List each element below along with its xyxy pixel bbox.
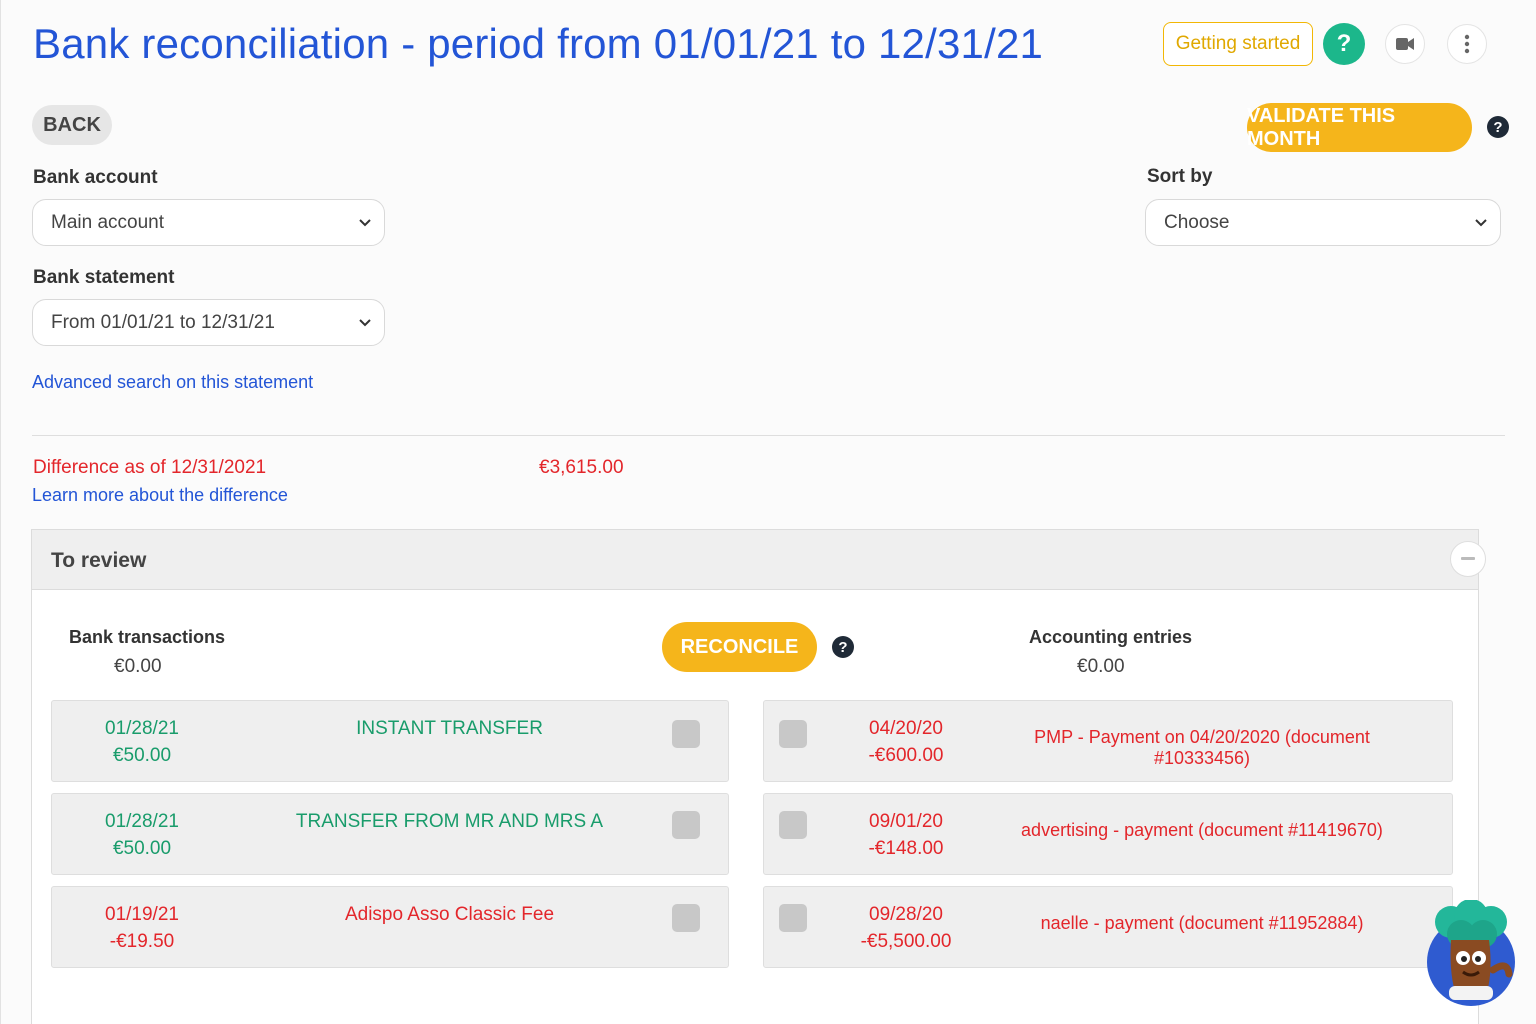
entry-date: 09/28/20: [869, 904, 943, 925]
transaction-checkbox[interactable]: [672, 720, 700, 748]
chevron-down-icon: [359, 319, 371, 327]
bank-transaction-row[interactable]: 01/28/21 €50.00 INSTANT TRANSFER: [51, 700, 729, 782]
sort-by-label: Sort by: [1147, 166, 1213, 187]
help-symbol: ?: [1336, 30, 1352, 57]
entry-description: PMP - Payment on 04/20/2020 (document #1…: [1034, 727, 1370, 768]
advanced-search-link[interactable]: Advanced search on this statement: [32, 372, 313, 393]
to-review-header: To review: [32, 530, 1478, 590]
bank-transactions-label: Bank transactions: [69, 627, 226, 647]
help-icon[interactable]: ?: [1323, 23, 1365, 65]
transaction-date: 01/19/21: [105, 904, 179, 925]
collapse-icon[interactable]: [1450, 541, 1486, 577]
page-title: Bank reconciliation - period from 01/01/…: [33, 20, 1044, 67]
more-vertical-icon[interactable]: [1447, 24, 1487, 64]
entry-date: 04/20/20: [869, 718, 943, 739]
reconcile-button[interactable]: RECONCILE: [662, 622, 817, 672]
entry-checkbox[interactable]: [779, 720, 807, 748]
difference-label: Difference as of 12/31/2021: [33, 457, 267, 478]
accounting-entries-total: €0.00: [1077, 656, 1125, 677]
validate-help-icon[interactable]: ?: [1487, 116, 1509, 138]
chevron-down-icon: [1475, 219, 1487, 227]
mascot-chat-icon[interactable]: [1421, 900, 1517, 1008]
entry-amount: -€5,500.00: [860, 931, 952, 952]
sort-by-value: Choose: [1164, 211, 1230, 233]
transaction-checkbox[interactable]: [672, 811, 700, 839]
entry-checkbox[interactable]: [779, 811, 807, 839]
entry-description: naelle - payment (document #11952884): [1040, 913, 1364, 933]
bank-statement-value: From 01/01/21 to 12/31/21: [51, 311, 275, 333]
getting-started-button[interactable]: Getting started: [1163, 22, 1313, 66]
transaction-date: 01/28/21: [105, 811, 179, 832]
transaction-description: TRANSFER FROM MR AND MRS A: [295, 811, 604, 832]
entry-amount: -€148.00: [868, 838, 944, 859]
transaction-amount: €50.00: [112, 838, 172, 859]
reconcile-help-icon[interactable]: ?: [832, 636, 854, 658]
transaction-checkbox[interactable]: [672, 904, 700, 932]
sort-by-select[interactable]: Choose: [1145, 199, 1501, 246]
transaction-amount: -€19.50: [109, 931, 175, 952]
bank-transaction-row[interactable]: 01/28/21 €50.00 TRANSFER FROM MR AND MRS…: [51, 793, 729, 875]
divider: [32, 435, 1505, 436]
back-button[interactable]: BACK: [32, 105, 112, 145]
validate-this-month-button[interactable]: VALIDATE THIS MONTH: [1247, 103, 1472, 152]
bank-transactions-total: €0.00: [114, 656, 162, 677]
bank-statement-label: Bank statement: [33, 267, 175, 288]
difference-amount: €3,615.00: [539, 457, 624, 478]
accounting-entries-label: Accounting entries: [1029, 627, 1193, 647]
bank-account-select[interactable]: Main account: [32, 199, 385, 246]
entry-amount: -€600.00: [868, 745, 944, 766]
bank-account-value: Main account: [51, 211, 165, 233]
to-review-title: To review: [51, 549, 147, 572]
bank-account-label: Bank account: [33, 167, 158, 188]
accounting-entry-row[interactable]: 09/01/20 -€148.00 advertising - payment …: [763, 793, 1453, 875]
transaction-amount: €50.00: [112, 745, 172, 766]
entry-description: advertising - payment (document #1141967…: [1021, 820, 1383, 840]
bank-transaction-row[interactable]: 01/19/21 -€19.50 Adispo Asso Classic Fee: [51, 886, 729, 968]
video-icon[interactable]: [1385, 24, 1425, 64]
accounting-entry-row[interactable]: 04/20/20 -€600.00 PMP - Payment on 04/20…: [763, 700, 1453, 782]
transaction-date: 01/28/21: [105, 718, 179, 739]
reconcile-help-symbol: ?: [838, 638, 848, 656]
entry-date: 09/01/20: [869, 811, 943, 832]
validate-help-symbol: ?: [1493, 118, 1503, 136]
learn-more-difference-link[interactable]: Learn more about the difference: [32, 485, 288, 506]
transaction-description: Adispo Asso Classic Fee: [344, 904, 555, 925]
bank-statement-select[interactable]: From 01/01/21 to 12/31/21: [32, 299, 385, 346]
chevron-down-icon: [359, 219, 371, 227]
accounting-entry-row[interactable]: 09/28/20 -€5,500.00 naelle - payment (do…: [763, 886, 1453, 968]
entry-checkbox[interactable]: [779, 904, 807, 932]
transaction-description: INSTANT TRANSFER: [356, 718, 543, 739]
